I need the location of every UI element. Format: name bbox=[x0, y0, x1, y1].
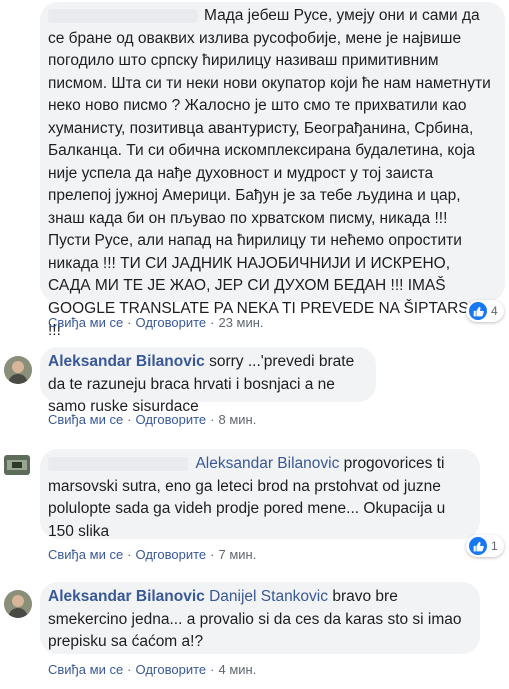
separator-dot: · bbox=[127, 412, 132, 427]
comment-actions: Свиђа ми се · Одговорите · 4 мин. bbox=[48, 662, 256, 677]
like-link[interactable]: Свиђа ми се bbox=[48, 412, 123, 427]
separator-dot: · bbox=[127, 547, 132, 562]
comment-author[interactable]: Aleksandar Bilanovic bbox=[48, 353, 205, 370]
separator-dot: · bbox=[210, 412, 215, 427]
redacted-author-name bbox=[48, 456, 188, 471]
timestamp[interactable]: 4 мин. bbox=[218, 662, 256, 677]
comment-actions: Свиђа ми се · Одговорите · 7 мин. bbox=[48, 547, 256, 562]
comment-actions: Свиђа ми се · Одговорите · 8 мин. bbox=[48, 412, 256, 427]
timestamp[interactable]: 8 мин. bbox=[218, 412, 256, 427]
mention-link[interactable]: Danijel Stankovic bbox=[209, 588, 328, 605]
comment-bubble: Aleksandar Bilanovic Danijel Stankovic b… bbox=[40, 582, 480, 654]
comment-bubble: Aleksandar Bilanovic sorry ...'prevedi b… bbox=[40, 347, 376, 415]
separator-dot: · bbox=[210, 315, 215, 330]
like-link[interactable]: Свиђа ми се bbox=[48, 662, 123, 677]
reaction-count: 4 bbox=[491, 304, 498, 318]
comment-bubble: Мада јебеш Русе, умеју они и сами да се … bbox=[40, 2, 505, 339]
avatar[interactable] bbox=[4, 455, 30, 475]
comment-actions: Свиђа ми се · Одговорите · 23 мин. bbox=[48, 315, 264, 330]
reply-link[interactable]: Одговорите bbox=[136, 662, 207, 677]
comment-author[interactable]: Aleksandar Bilanovic bbox=[48, 588, 205, 605]
separator-dot: · bbox=[210, 662, 215, 677]
separator-dot: · bbox=[210, 547, 215, 562]
timestamp[interactable]: 23 мин. bbox=[218, 315, 263, 330]
reaction-count: 1 bbox=[491, 539, 498, 553]
avatar[interactable] bbox=[4, 356, 32, 384]
comment-text: Мада јебеш Русе, умеју они и сами да се … bbox=[48, 7, 491, 339]
reply-link[interactable]: Одговорите bbox=[136, 547, 207, 562]
timestamp[interactable]: 7 мин. bbox=[218, 547, 256, 562]
like-link[interactable]: Свиђа ми се bbox=[48, 315, 123, 330]
avatar[interactable] bbox=[4, 590, 32, 618]
thumbs-up-icon bbox=[469, 537, 487, 555]
reply-link[interactable]: Одговорите bbox=[136, 315, 207, 330]
mention-link[interactable]: Aleksandar Bilanovic bbox=[195, 455, 339, 472]
separator-dot: · bbox=[127, 662, 132, 677]
reactions-count[interactable]: 1 bbox=[466, 535, 504, 557]
separator-dot: · bbox=[127, 315, 132, 330]
reactions-count[interactable]: 4 bbox=[466, 300, 504, 322]
comment-bubble: Aleksandar Bilanovic progovorices ti mar… bbox=[40, 449, 480, 540]
reply-link[interactable]: Одговорите bbox=[136, 412, 207, 427]
like-link[interactable]: Свиђа ми се bbox=[48, 547, 123, 562]
redacted-author-name bbox=[48, 8, 198, 23]
thumbs-up-icon bbox=[469, 302, 487, 320]
